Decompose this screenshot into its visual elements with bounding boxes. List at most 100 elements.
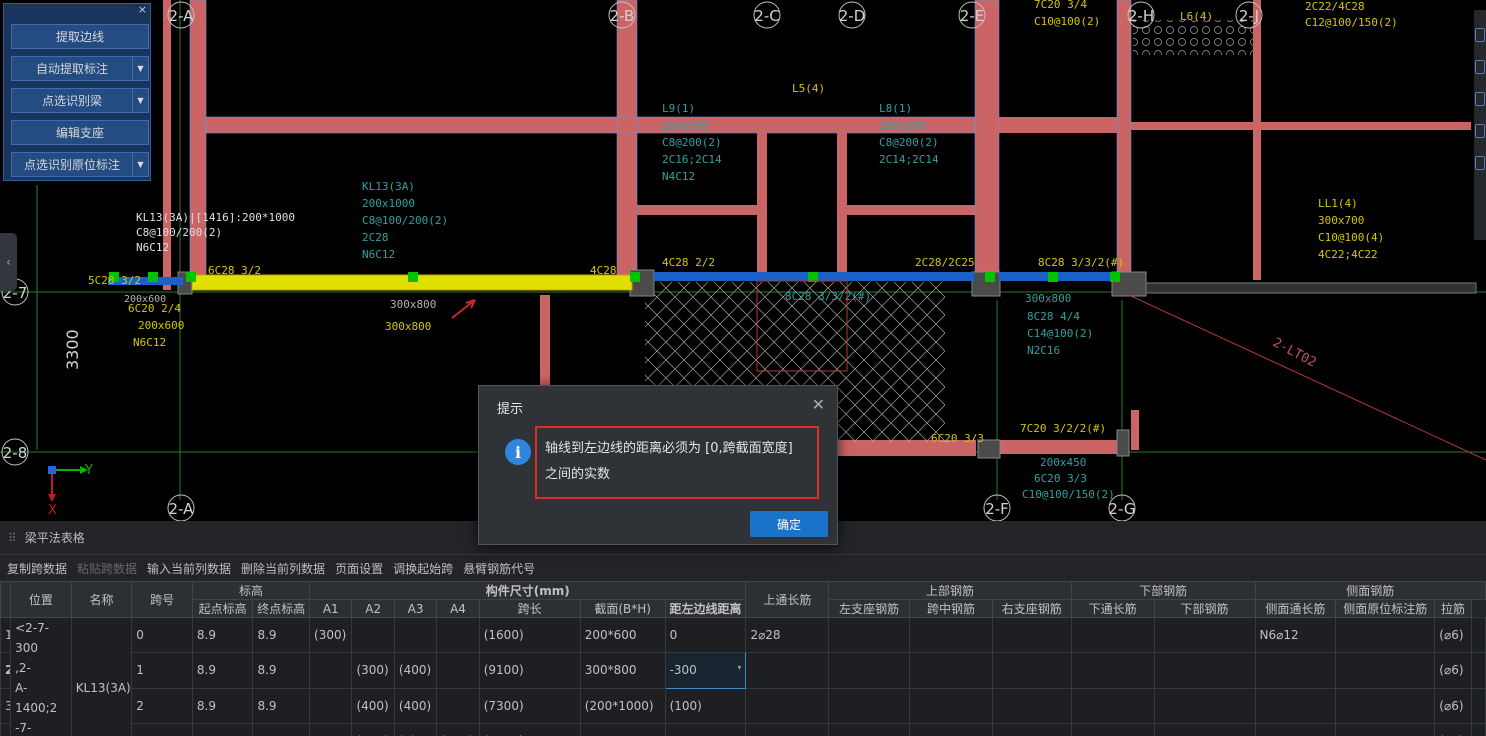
table-cell[interactable]	[909, 652, 993, 689]
table-cell[interactable]	[1153, 652, 1256, 689]
table-cell[interactable]	[1335, 722, 1436, 736]
table-row[interactable]: 2 1 8.9 8.9 (300) (400) (9100) 300*800 -…	[0, 652, 1486, 689]
table-cell[interactable]	[1070, 652, 1155, 689]
table-row[interactable]: 3 2 8.9 8.9 (400) (400) (7300) (200*1000…	[0, 687, 1486, 724]
column-header[interactable]: A3	[393, 599, 438, 618]
table-cell[interactable]	[1153, 616, 1256, 654]
side-through-cell[interactable]	[1254, 687, 1337, 724]
a4-cell[interactable]	[436, 652, 480, 689]
distance-edit-cell[interactable]: -300 ▾	[664, 652, 747, 689]
column-header[interactable]: 下部钢筋	[1153, 599, 1256, 618]
column-header[interactable]: A2	[351, 599, 395, 618]
column-header[interactable]: 上通长筋	[745, 581, 830, 618]
a1-cell[interactable]: (300)	[309, 616, 353, 654]
table-cell[interactable]	[991, 652, 1072, 689]
top-through-cell[interactable]	[745, 652, 830, 689]
delete-column-button[interactable]: 删除当前列数据	[241, 560, 325, 577]
start-elev-cell[interactable]: 8.9	[191, 652, 254, 689]
a3-cell[interactable]: (400)	[393, 652, 438, 689]
table-cell[interactable]	[991, 616, 1072, 654]
column-header[interactable]: 下部钢筋	[1070, 581, 1256, 600]
column-header[interactable]: 侧面通长筋	[1254, 599, 1337, 618]
top-through-cell[interactable]	[745, 687, 830, 724]
table-cell[interactable]	[1070, 722, 1155, 736]
a3-cell[interactable]	[393, 616, 438, 654]
a3-cell[interactable]: (3)	[393, 722, 438, 736]
span-cell[interactable]: 0	[131, 616, 193, 654]
table-row[interactable]: 4 3 8.9 8.9 (200) (3) (597) (2603) 300*5…	[0, 722, 1486, 736]
column-header[interactable]: 下通长筋	[1070, 599, 1155, 618]
length-cell[interactable]: (9100)	[478, 652, 581, 689]
copy-span-button[interactable]: 复制跨数据	[7, 560, 67, 577]
column-header[interactable]: 上部钢筋	[828, 581, 1072, 600]
tie-cell[interactable]: (⌀6)	[1434, 687, 1472, 724]
ok-button[interactable]: 确定	[750, 511, 828, 537]
table-cell[interactable]	[1470, 687, 1486, 724]
a3-cell[interactable]: (400)	[393, 687, 438, 724]
table-cell[interactable]	[1153, 722, 1256, 736]
table-cell[interactable]	[828, 652, 911, 689]
drag-grip-icon[interactable]: ⠿	[8, 531, 17, 545]
column-header[interactable]: 侧面钢筋	[1254, 581, 1486, 600]
column-header[interactable]: 跨中钢筋	[909, 599, 993, 618]
column-header[interactable]: 截面(B*H)	[579, 599, 666, 618]
column-header[interactable]: A1	[309, 599, 353, 618]
table-cell[interactable]	[1335, 687, 1436, 724]
table-cell[interactable]	[909, 687, 993, 724]
a4-cell[interactable]: (597)	[436, 722, 480, 736]
table-cell[interactable]	[1470, 652, 1486, 689]
table-cell[interactable]	[1070, 616, 1155, 654]
table-cell[interactable]	[1335, 616, 1436, 654]
table-cell[interactable]	[828, 722, 911, 736]
dropdown-arrow-icon[interactable]: ▼	[132, 57, 148, 80]
distance-cell[interactable]: 0	[664, 616, 747, 654]
name-cell[interactable]: KL13(3A)	[70, 617, 133, 736]
tie-cell[interactable]: (⌀6)	[1434, 652, 1472, 689]
pick-original-label-button[interactable]: 点选识别原位标注 ▼	[11, 152, 149, 177]
column-header[interactable]: 名称	[70, 581, 133, 618]
table-cell[interactable]	[991, 722, 1072, 736]
side-through-cell[interactable]	[1254, 722, 1337, 736]
paste-span-button[interactable]: 粘贴跨数据	[77, 560, 137, 577]
close-icon[interactable]: ✕	[812, 395, 825, 414]
column-header[interactable]: 构件尺寸(mm)	[309, 581, 747, 600]
tool-icon[interactable]	[1475, 60, 1485, 74]
top-through-cell[interactable]	[745, 722, 830, 736]
dropdown-arrow-icon[interactable]: ▼	[132, 89, 148, 112]
column-header[interactable]: 跨号	[131, 581, 193, 618]
table-cell[interactable]	[909, 722, 993, 736]
table-cell[interactable]	[1070, 687, 1155, 724]
column-header[interactable]: 左支座钢筋	[828, 599, 911, 618]
pick-beam-button[interactable]: 点选识别梁 ▼	[11, 88, 149, 113]
a2-cell[interactable]	[351, 616, 395, 654]
table-cell[interactable]	[1153, 687, 1256, 724]
tie-cell[interactable]: (⌀6)	[1434, 616, 1472, 654]
distance-cell[interactable]: (100)	[664, 687, 747, 724]
a2-cell[interactable]: (300)	[351, 652, 395, 689]
dropdown-arrow-icon[interactable]: ▼	[132, 153, 148, 176]
a4-cell[interactable]	[436, 687, 480, 724]
side-through-cell[interactable]	[1254, 652, 1337, 689]
start-elev-cell[interactable]: 8.9	[191, 722, 254, 736]
start-elev-cell[interactable]: 8.9	[191, 616, 254, 654]
a4-cell[interactable]	[436, 616, 480, 654]
tool-icon[interactable]	[1475, 28, 1485, 42]
end-elev-cell[interactable]: 8.9	[252, 616, 311, 654]
span-cell[interactable]: 1	[131, 652, 193, 689]
cantilever-code-button[interactable]: 悬臂钢筋代号	[463, 560, 535, 577]
end-elev-cell[interactable]: 8.9	[252, 722, 311, 736]
top-through-cell[interactable]: 2⌀28	[745, 616, 830, 654]
swap-start-span-button[interactable]: 调换起始跨	[393, 560, 453, 577]
span-cell[interactable]: 3	[131, 722, 193, 736]
column-header[interactable]: 拉筋	[1434, 599, 1472, 618]
tool-icon[interactable]	[1475, 92, 1485, 106]
end-elev-cell[interactable]: 8.9	[252, 652, 311, 689]
a1-cell[interactable]	[309, 722, 353, 736]
column-header[interactable]: 距左边线距离	[664, 599, 747, 618]
column-header[interactable]: 侧面原位标注筋	[1335, 599, 1436, 618]
span-cell[interactable]: 2	[131, 687, 193, 724]
column-header[interactable]: 起点标高	[191, 599, 254, 618]
column-header[interactable]: A4	[436, 599, 480, 618]
table-cell[interactable]	[909, 616, 993, 654]
section-cell[interactable]: 300*500	[579, 722, 666, 736]
